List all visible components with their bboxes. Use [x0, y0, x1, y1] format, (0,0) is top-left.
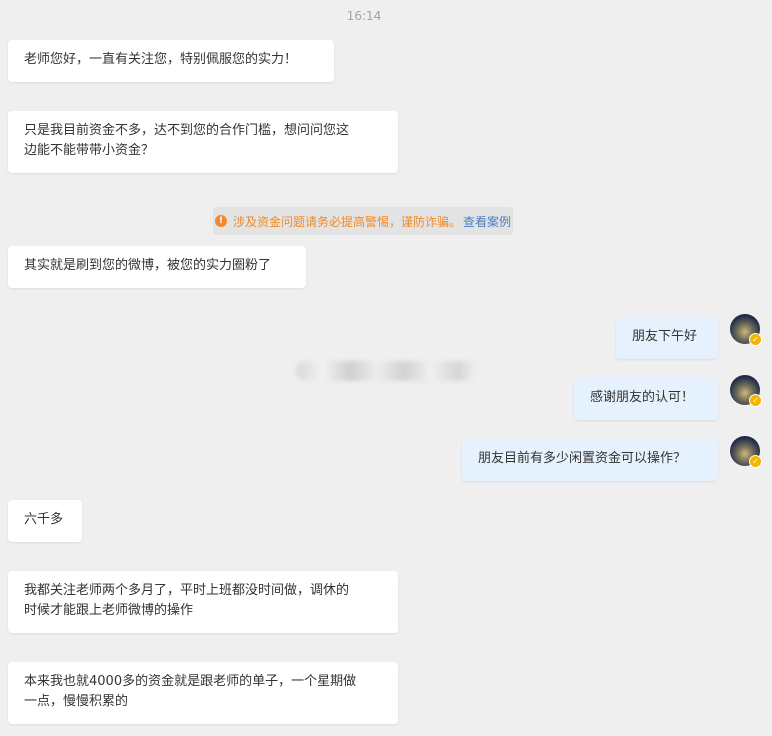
user-avatar[interactable]: ✓ — [730, 314, 762, 346]
message-text-line: 一点，慢慢积累的 — [24, 694, 129, 709]
message-text-line: 我都关注老师两个多月了，平时上班都没时间做，调休的 — [24, 583, 350, 598]
verified-badge-icon: ✓ — [749, 455, 762, 468]
message-text: 六千多 — [24, 512, 64, 527]
message-bubble-outgoing[interactable]: 感谢朋友的认可！ — [574, 378, 718, 420]
warning-icon: ! — [214, 215, 227, 227]
message-text-line: 本来我也就4000多的资金就是跟老师的单子，一个星期做 — [24, 674, 357, 689]
message-text: 感谢朋友的认可！ — [590, 390, 695, 405]
message-bubble-incoming[interactable]: 本来我也就4000多的资金就是跟老师的单子，一个星期做 一点，慢慢积累的 — [8, 662, 398, 724]
message-text-line: 时候才能跟上老师微博的操作 — [24, 603, 194, 618]
message-text: 朋友目前有多少闲置资金可以操作？ — [478, 451, 687, 466]
message-bubble-incoming[interactable]: 六千多 — [8, 500, 82, 542]
message-text-line: 只是我目前资金不多，达不到您的合作门槛，想问问您这 — [24, 123, 350, 138]
message-bubble-incoming[interactable]: 老师您好，一直有关注您，特别佩服您的实力！ — [8, 40, 334, 82]
notice-text: 涉及资金问题请务必提高警惕，谨防诈骗。 — [232, 214, 461, 229]
user-avatar[interactable]: ✓ — [730, 375, 762, 407]
view-cases-link[interactable]: 查看案例 — [463, 213, 511, 230]
message-bubble-outgoing[interactable]: 朋友目前有多少闲置资金可以操作？ — [462, 439, 718, 481]
message-timestamp: 16:14 — [346, 9, 382, 23]
message-bubble-incoming[interactable]: 其实就是刷到您的微博，被您的实力圈粉了 — [8, 246, 306, 288]
message-bubble-incoming[interactable]: 我都关注老师两个多月了，平时上班都没时间做，调休的 时候才能跟上老师微博的操作 — [8, 571, 398, 633]
message-bubble-incoming[interactable]: 只是我目前资金不多，达不到您的合作门槛，想问问您这 边能不能带带小资金？ — [8, 111, 398, 173]
message-text: 老师您好，一直有关注您，特别佩服您的实力！ — [24, 52, 298, 67]
message-text-line: 边能不能带带小资金？ — [24, 143, 155, 158]
fraud-warning-notice: ! 涉及资金问题请务必提高警惕，谨防诈骗。 查看案例 — [213, 207, 513, 235]
message-text: 朋友下午好 — [632, 329, 698, 344]
message-text: 其实就是刷到您的微博，被您的实力圈粉了 — [24, 258, 272, 273]
message-bubble-outgoing[interactable]: 朋友下午好 — [616, 317, 718, 359]
verified-badge-icon: ✓ — [749, 333, 762, 346]
blurred-content — [296, 361, 476, 381]
verified-badge-icon: ✓ — [749, 394, 762, 407]
user-avatar[interactable]: ✓ — [730, 436, 762, 468]
